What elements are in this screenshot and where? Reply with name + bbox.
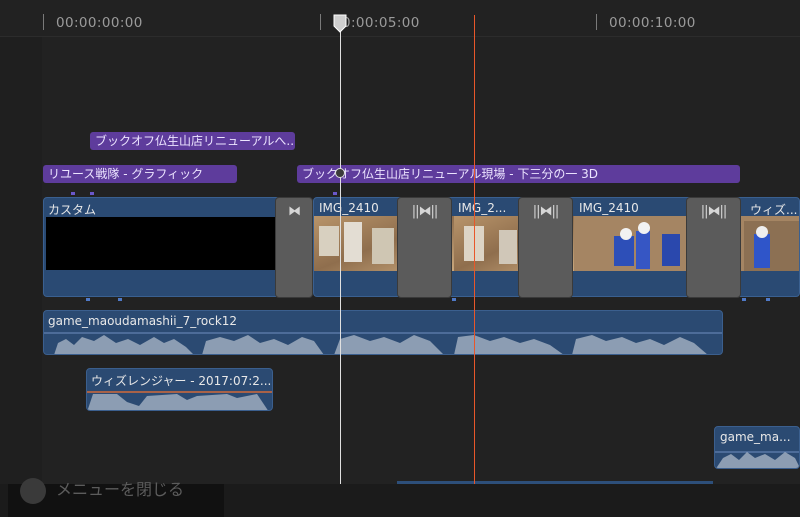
close-menu-icon xyxy=(20,478,46,504)
connection-marker xyxy=(71,192,75,195)
transition-clip[interactable]: ||⧓|| xyxy=(686,197,741,298)
clip-label: IMG_2... xyxy=(458,201,507,215)
clip-marker xyxy=(86,298,90,301)
ruler-tick xyxy=(43,14,44,30)
ruler-tick xyxy=(320,14,321,30)
connection-marker xyxy=(90,192,94,195)
connection-marker xyxy=(333,192,337,195)
clip-marker xyxy=(766,298,770,301)
transition-clip[interactable]: ||⧓|| xyxy=(397,197,452,298)
playhead-intersection-icon xyxy=(335,168,345,178)
clip-marker xyxy=(742,298,746,301)
clip-marker xyxy=(118,298,122,301)
timeline-gutter xyxy=(0,0,42,484)
close-menu-label: メニューを閉じる xyxy=(56,480,185,499)
ruler-timecode: 00:00:00:00 xyxy=(56,15,143,31)
transition-clip[interactable]: ⧓ xyxy=(275,197,313,298)
clip-label: IMG_2410 xyxy=(319,201,379,215)
title-clip[interactable]: ブックオフ仏生山店リニューアルへ... xyxy=(90,132,295,150)
transition-clip[interactable]: ||⧓|| xyxy=(518,197,573,298)
title-clip[interactable]: リユース戦隊 - グラフィック xyxy=(43,165,237,183)
ruler-timecode: 00:00:10:00 xyxy=(609,15,696,31)
audio-clip-music[interactable]: game_maoudamashii_7_rock12 xyxy=(43,310,723,355)
title-clip[interactable]: ブックオフ仏生山店リニューアル現場 - 下三分の一 3D xyxy=(297,165,740,183)
audio-clip-wizranger[interactable]: ウィズレンジャー - 2017:07:2... xyxy=(86,368,273,411)
time-ruler[interactable]: 00:00:00:00 00:00:05:00 00:00:10:00 xyxy=(0,0,800,37)
close-menu-button[interactable]: メニューを閉じる xyxy=(8,478,224,517)
clip-thumbnail xyxy=(46,217,276,270)
transition-icon: ||⧓|| xyxy=(532,204,560,219)
playhead-line[interactable] xyxy=(340,15,341,484)
timeline[interactable]: 00:00:00:00 00:00:05:00 00:00:10:00 ブックオ… xyxy=(0,0,800,484)
clip-marker xyxy=(452,298,456,301)
ruler-tick xyxy=(596,14,597,30)
audio-clip-game[interactable]: game_ma... xyxy=(714,426,800,469)
video-clip-custom[interactable]: カスタム xyxy=(43,197,280,297)
transition-icon: ||⧓|| xyxy=(411,204,439,219)
transition-icon: ||⧓|| xyxy=(700,204,728,219)
clip-label: game_ma... xyxy=(720,430,791,444)
audio-waveform xyxy=(87,391,272,410)
clip-label: ウィズレンジャー - 2017:07:2... xyxy=(91,374,271,388)
skimmer-line[interactable] xyxy=(474,15,475,484)
playhead-handle-icon[interactable] xyxy=(333,14,348,34)
audio-waveform xyxy=(44,332,722,354)
clip-label: ウィズ... xyxy=(750,203,798,217)
clip-label: IMG_2410 xyxy=(579,201,639,215)
transition-icon: ⧓ xyxy=(288,204,301,219)
clip-label: カスタム xyxy=(48,203,97,217)
clip-label: game_maoudamashii_7_rock12 xyxy=(48,314,238,328)
audio-waveform xyxy=(715,451,799,468)
